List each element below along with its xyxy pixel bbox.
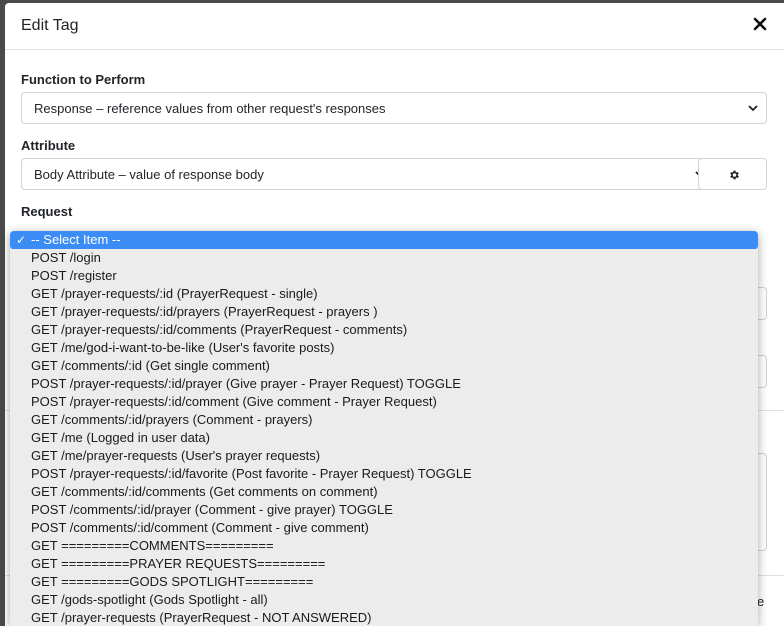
dropdown-option-label: GET /comments/:id/comments (Get comments… xyxy=(31,484,378,499)
attribute-select[interactable]: Body Attribute – value of response body xyxy=(21,158,714,190)
dropdown-option-label: POST /prayer-requests/:id/comment (Give … xyxy=(31,394,437,409)
dropdown-option[interactable]: GET =========PRAYER REQUESTS========= xyxy=(10,555,758,573)
dropdown-option[interactable]: GET /comments/:id/prayers (Comment - pra… xyxy=(10,411,758,429)
dropdown-option[interactable]: GET /me/prayer-requests (User's prayer r… xyxy=(10,447,758,465)
dropdown-option[interactable]: POST /prayer-requests/:id/favorite (Post… xyxy=(10,465,758,483)
request-dropdown-list[interactable]: ✓ -- Select Item -- POST /login POST /regis… xyxy=(10,231,758,626)
checkmark-icon: ✓ xyxy=(16,233,27,247)
dropdown-option-label: POST /comments/:id/comment (Comment - gi… xyxy=(31,520,369,535)
dropdown-option[interactable]: GET /me/god-i-want-to-be-like (User's fa… xyxy=(10,339,758,357)
dropdown-option[interactable]: POST /comments/:id/comment (Comment - gi… xyxy=(10,519,758,537)
dropdown-option-label: GET /comments/:id (Get single comment) xyxy=(31,358,270,373)
footer-button-partial[interactable]: e xyxy=(757,594,764,609)
function-select-value: Response – reference values from other r… xyxy=(34,101,386,116)
dropdown-option[interactable]: GET /prayer-requests (PrayerRequest - NO… xyxy=(10,609,758,626)
dropdown-option-label: GET /me/prayer-requests (User's prayer r… xyxy=(31,448,321,463)
dropdown-option[interactable]: POST /comments/:id/prayer (Comment - giv… xyxy=(10,501,758,519)
dropdown-option-label: POST /prayer-requests/:id/prayer (Give p… xyxy=(31,376,461,391)
dropdown-option[interactable]: POST /prayer-requests/:id/prayer (Give p… xyxy=(10,375,758,393)
chevron-down-icon xyxy=(748,105,758,112)
dropdown-option-label: GET =========GODS SPOTLIGHT========= xyxy=(31,574,314,589)
dropdown-option[interactable]: GET /prayer-requests/:id/prayers (Prayer… xyxy=(10,303,758,321)
gear-icon xyxy=(730,170,739,180)
dropdown-option[interactable]: ✓ -- Select Item -- xyxy=(10,231,758,249)
dropdown-option[interactable]: GET /comments/:id/comments (Get comments… xyxy=(10,483,758,501)
function-select[interactable]: Response – reference values from other r… xyxy=(21,92,767,124)
dropdown-option-label: POST /register xyxy=(31,268,117,283)
dropdown-option[interactable]: GET /prayer-requests/:id/comments (Praye… xyxy=(10,321,758,339)
close-icon[interactable] xyxy=(753,17,767,31)
dropdown-option-label: GET =========PRAYER REQUESTS========= xyxy=(31,556,326,571)
dropdown-option-label: GET /me (Logged in user data) xyxy=(31,430,210,445)
dropdown-option[interactable]: POST /register xyxy=(10,267,758,285)
dropdown-option[interactable]: GET /prayer-requests/:id (PrayerRequest … xyxy=(10,285,758,303)
dropdown-option-label: GET /prayer-requests (PrayerRequest - NO… xyxy=(31,610,372,625)
dropdown-option-label: GET /prayer-requests/:id (PrayerRequest … xyxy=(31,286,318,301)
dropdown-option-label: POST /login xyxy=(31,250,101,265)
dropdown-option-label: GET /prayer-requests/:id/comments (Praye… xyxy=(31,322,408,337)
dropdown-option-label: GET /gods-spotlight (Gods Spotlight - al… xyxy=(31,592,268,607)
dropdown-option[interactable]: POST /login xyxy=(10,249,758,267)
modal-title: Edit Tag xyxy=(21,17,79,34)
dropdown-option[interactable]: GET /gods-spotlight (Gods Spotlight - al… xyxy=(10,591,758,609)
dropdown-option-label: POST /prayer-requests/:id/favorite (Post… xyxy=(31,466,472,481)
attribute-select-value: Body Attribute – value of response body xyxy=(34,167,264,182)
dropdown-option[interactable]: GET /comments/:id (Get single comment) xyxy=(10,357,758,375)
dropdown-option-label: GET /comments/:id/prayers (Comment - pra… xyxy=(31,412,313,427)
attribute-label: Attribute xyxy=(21,138,76,153)
dropdown-option[interactable]: GET /me (Logged in user data) xyxy=(10,429,758,447)
dropdown-option[interactable]: GET =========GODS SPOTLIGHT========= xyxy=(10,573,758,591)
attribute-settings-button[interactable] xyxy=(698,158,767,190)
dropdown-option-label: GET /me/god-i-want-to-be-like (User's fa… xyxy=(31,340,335,355)
modal-header: Edit Tag xyxy=(5,3,784,50)
dropdown-option-label: GET =========COMMENTS========= xyxy=(31,538,274,553)
request-label: Request xyxy=(21,204,73,219)
function-label: Function to Perform xyxy=(21,72,146,87)
dropdown-option[interactable]: POST /prayer-requests/:id/comment (Give … xyxy=(10,393,758,411)
dropdown-option[interactable]: GET =========COMMENTS========= xyxy=(10,537,758,555)
dropdown-option-label: GET /prayer-requests/:id/prayers (Prayer… xyxy=(31,304,378,319)
dropdown-option-label: POST /comments/:id/prayer (Comment - giv… xyxy=(31,502,393,517)
dropdown-option-label: -- Select Item -- xyxy=(31,232,121,247)
